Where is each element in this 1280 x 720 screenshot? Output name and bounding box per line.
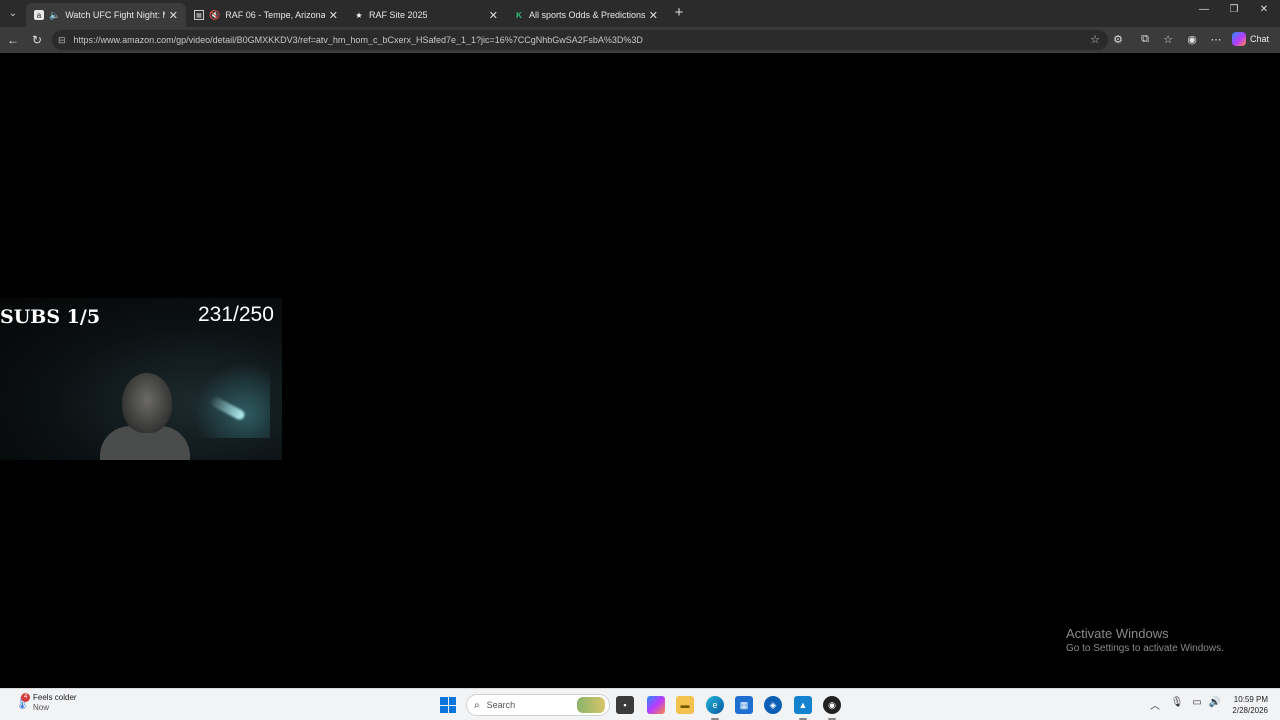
navigation-bar: ← ↻ ⊟ https://www.amazon.com/gp/video/de…	[0, 27, 1280, 53]
tab-title: All sports Odds & Predictions 2026	[529, 10, 645, 20]
network-icon[interactable]: ▭	[1190, 697, 1204, 708]
vpn-app-icon[interactable]: ◈	[764, 696, 782, 714]
close-window-icon[interactable]: ✕	[1254, 4, 1274, 15]
extensions-icon[interactable]: ⚙	[1110, 33, 1126, 46]
streaming-app-icon[interactable]: ▲	[794, 696, 812, 714]
taskbar-search[interactable]: ⌕ Search	[466, 694, 610, 716]
site-info-icon[interactable]: ⊟	[58, 35, 66, 46]
copilot-label: Chat	[1250, 34, 1270, 44]
weather-title: Feels colder	[33, 693, 77, 702]
watermark-title: Activate Windows	[1066, 626, 1169, 641]
tab-raf-site[interactable]: ★ RAF Site 2025 ✕	[346, 3, 506, 27]
close-icon[interactable]: ✕	[489, 9, 498, 22]
muted-speaker-icon[interactable]: 🔇	[209, 10, 220, 21]
speaker-icon[interactable]: 🔈	[49, 10, 60, 21]
amazon-icon: a	[34, 10, 44, 20]
person-face	[122, 373, 172, 433]
tab-actions-menu-button[interactable]: ⌄	[4, 4, 22, 22]
weather-widget[interactable]: 🌡 4 Feels colder Now	[14, 693, 77, 713]
weather-subtitle: Now	[33, 703, 50, 712]
tab-raf-06[interactable]: ▦ 🔇 RAF 06 - Tempe, Arizona Watch ✕	[186, 3, 346, 27]
subs-count: 231/250	[198, 303, 274, 326]
tab-sports-odds[interactable]: K All sports Odds & Predictions 2026 ✕	[506, 3, 666, 27]
minimize-icon[interactable]: —	[1194, 4, 1214, 15]
profile-avatar-icon[interactable]: ◉	[1184, 33, 1200, 46]
new-tab-button[interactable]: +	[670, 4, 688, 22]
address-bar[interactable]: ⊟ https://www.amazon.com/gp/video/detail…	[52, 30, 1108, 50]
edge-browser-icon[interactable]: e	[706, 696, 724, 714]
show-hidden-icons-icon[interactable]: ︿	[1148, 697, 1162, 712]
activate-windows-watermark: Activate Windows Go to Settings to activ…	[1066, 626, 1224, 654]
copilot-chat-button[interactable]: Chat	[1232, 32, 1269, 46]
favorites-icon[interactable]: ☆	[1160, 33, 1176, 46]
refresh-button[interactable]: ↻	[29, 32, 45, 48]
store-icon[interactable]: ▦	[735, 696, 753, 714]
watermark-subtitle: Go to Settings to activate Windows.	[1066, 643, 1224, 654]
task-view-icon[interactable]: ▪	[616, 696, 634, 714]
copilot-app-icon[interactable]	[647, 696, 665, 714]
volume-icon[interactable]: 🔊	[1208, 697, 1222, 708]
thermometer-icon: 🌡 4	[14, 693, 31, 710]
k-icon: K	[516, 10, 522, 20]
url-text: https://www.amazon.com/gp/video/detail/B…	[73, 35, 643, 45]
tab-title: RAF 06 - Tempe, Arizona Watch	[225, 10, 325, 20]
notification-badge: 4	[21, 693, 30, 702]
tab-strip: ⌄ a 🔈 Watch UFC Fight Night: Moreno ✕ ▦ …	[0, 0, 1280, 27]
clock-date: 2/28/2026	[1232, 706, 1268, 715]
more-options-icon[interactable]: ⋯	[1208, 33, 1224, 46]
light-glow	[190, 358, 270, 438]
obs-icon[interactable]: ◉	[823, 696, 841, 714]
split-screen-icon[interactable]: ⧉	[1137, 33, 1153, 46]
close-icon[interactable]: ✕	[329, 9, 338, 22]
windows-start-icon[interactable]	[440, 697, 456, 713]
close-icon[interactable]: ✕	[649, 9, 658, 22]
copilot-icon	[1232, 32, 1246, 46]
clock-time: 10:59 PM	[1233, 695, 1268, 704]
tab-title: RAF Site 2025	[369, 10, 428, 20]
search-highlight-image	[577, 697, 605, 713]
search-placeholder: Search	[486, 700, 516, 710]
site-icon: ▦	[194, 10, 204, 20]
taskbar: 🌡 4 Feels colder Now ⌕ Search ▪ ▬ e ▦ ◈ …	[0, 688, 1280, 720]
favorite-star-icon[interactable]: ☆	[1090, 33, 1100, 46]
tab-ufc-fight-night[interactable]: a 🔈 Watch UFC Fight Night: Moreno ✕	[26, 3, 186, 27]
subs-goal-label: SUBS 1/5	[0, 306, 101, 328]
clock[interactable]: 10:59 PM 2/28/2026	[1226, 694, 1268, 716]
microphone-icon[interactable]: 🎙	[1170, 697, 1184, 708]
restore-icon[interactable]: ❐	[1224, 4, 1244, 15]
back-button[interactable]: ←	[5, 32, 21, 48]
star-icon: ★	[355, 10, 363, 20]
file-explorer-icon[interactable]: ▬	[676, 696, 694, 714]
tab-title: Watch UFC Fight Night: Moreno	[65, 10, 165, 20]
close-icon[interactable]: ✕	[169, 9, 178, 22]
search-icon: ⌕	[474, 699, 480, 711]
